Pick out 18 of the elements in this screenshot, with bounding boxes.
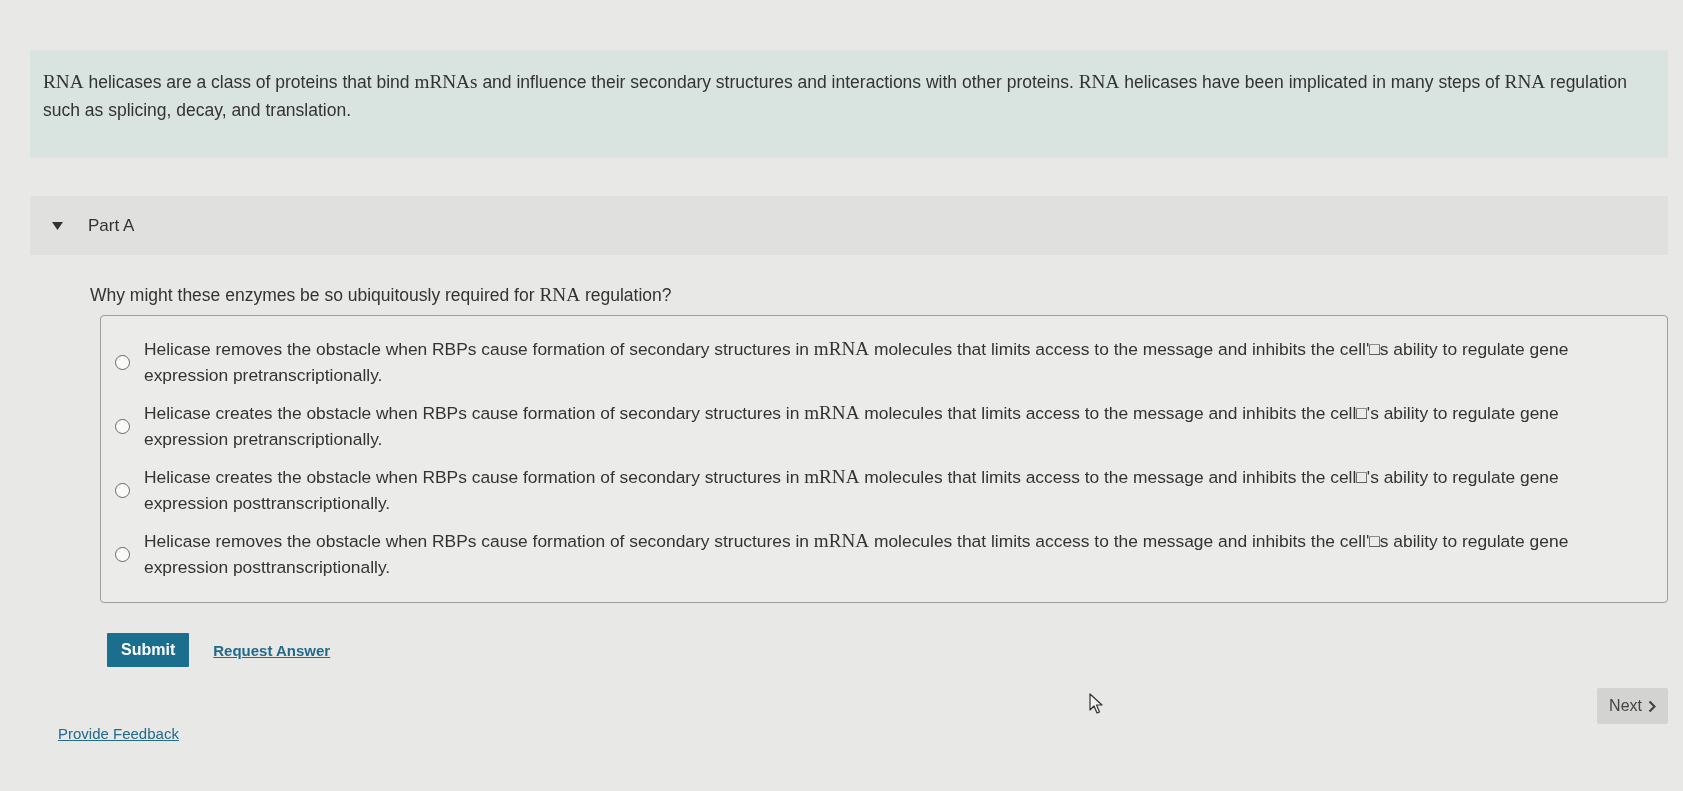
option-label[interactable]: Helicase creates the obstacle when RBPs cause formation of secondary structures in mRNA molecules that limits access to the message and inhibits the cell□'s ability to regulate gene expression pretranscriptionally. [144, 400, 1589, 452]
option-label[interactable]: Helicase removes the obstacle when RBPs cause formation of secondary structures in mRNA molecules that limits access to the message and inhibits the cell'□s ability to regulate gene expression pretranscriptionally. [144, 336, 1589, 388]
option-label[interactable]: Helicase creates the obstacle when RBPs cause formation of secondary structures in mRNA molecules that limits access to the message and inhibits the cell□'s ability to regulate gene expression posttranscriptionally. [144, 464, 1589, 516]
part-header[interactable]: Part A [30, 196, 1668, 255]
part-title: Part A [88, 215, 135, 236]
radio-button[interactable] [115, 354, 130, 370]
intro-paragraph: RNA helicases are a class of proteins that bind mRNAs and influence their secondary structures and interactions with other proteins. RNA helicases have been implicated in many steps of RNA regulation such as splicing, decay, and translation. [43, 70, 1628, 122]
submit-button[interactable]: Submit [107, 633, 190, 667]
radio-button[interactable] [115, 546, 130, 562]
radio-button[interactable] [115, 418, 130, 434]
request-answer-link[interactable]: Request Answer [213, 641, 331, 659]
cursor-icon [1089, 693, 1103, 714]
feedback-link[interactable]: Provide Feedback [58, 725, 179, 742]
radio-button[interactable] [115, 482, 130, 498]
option-label[interactable]: Helicase removes the obstacle when RBPs cause formation of secondary structures in mRNA molecules that limits access to the message and inhibits the cell'□s ability to regulate gene expression posttranscriptionally. [144, 528, 1589, 580]
next-button[interactable]: Next [1597, 688, 1668, 724]
question-text: Why might these enzymes be so ubiquitously required for RNA regulation? [90, 283, 673, 307]
chevron-right-icon [1648, 699, 1656, 713]
